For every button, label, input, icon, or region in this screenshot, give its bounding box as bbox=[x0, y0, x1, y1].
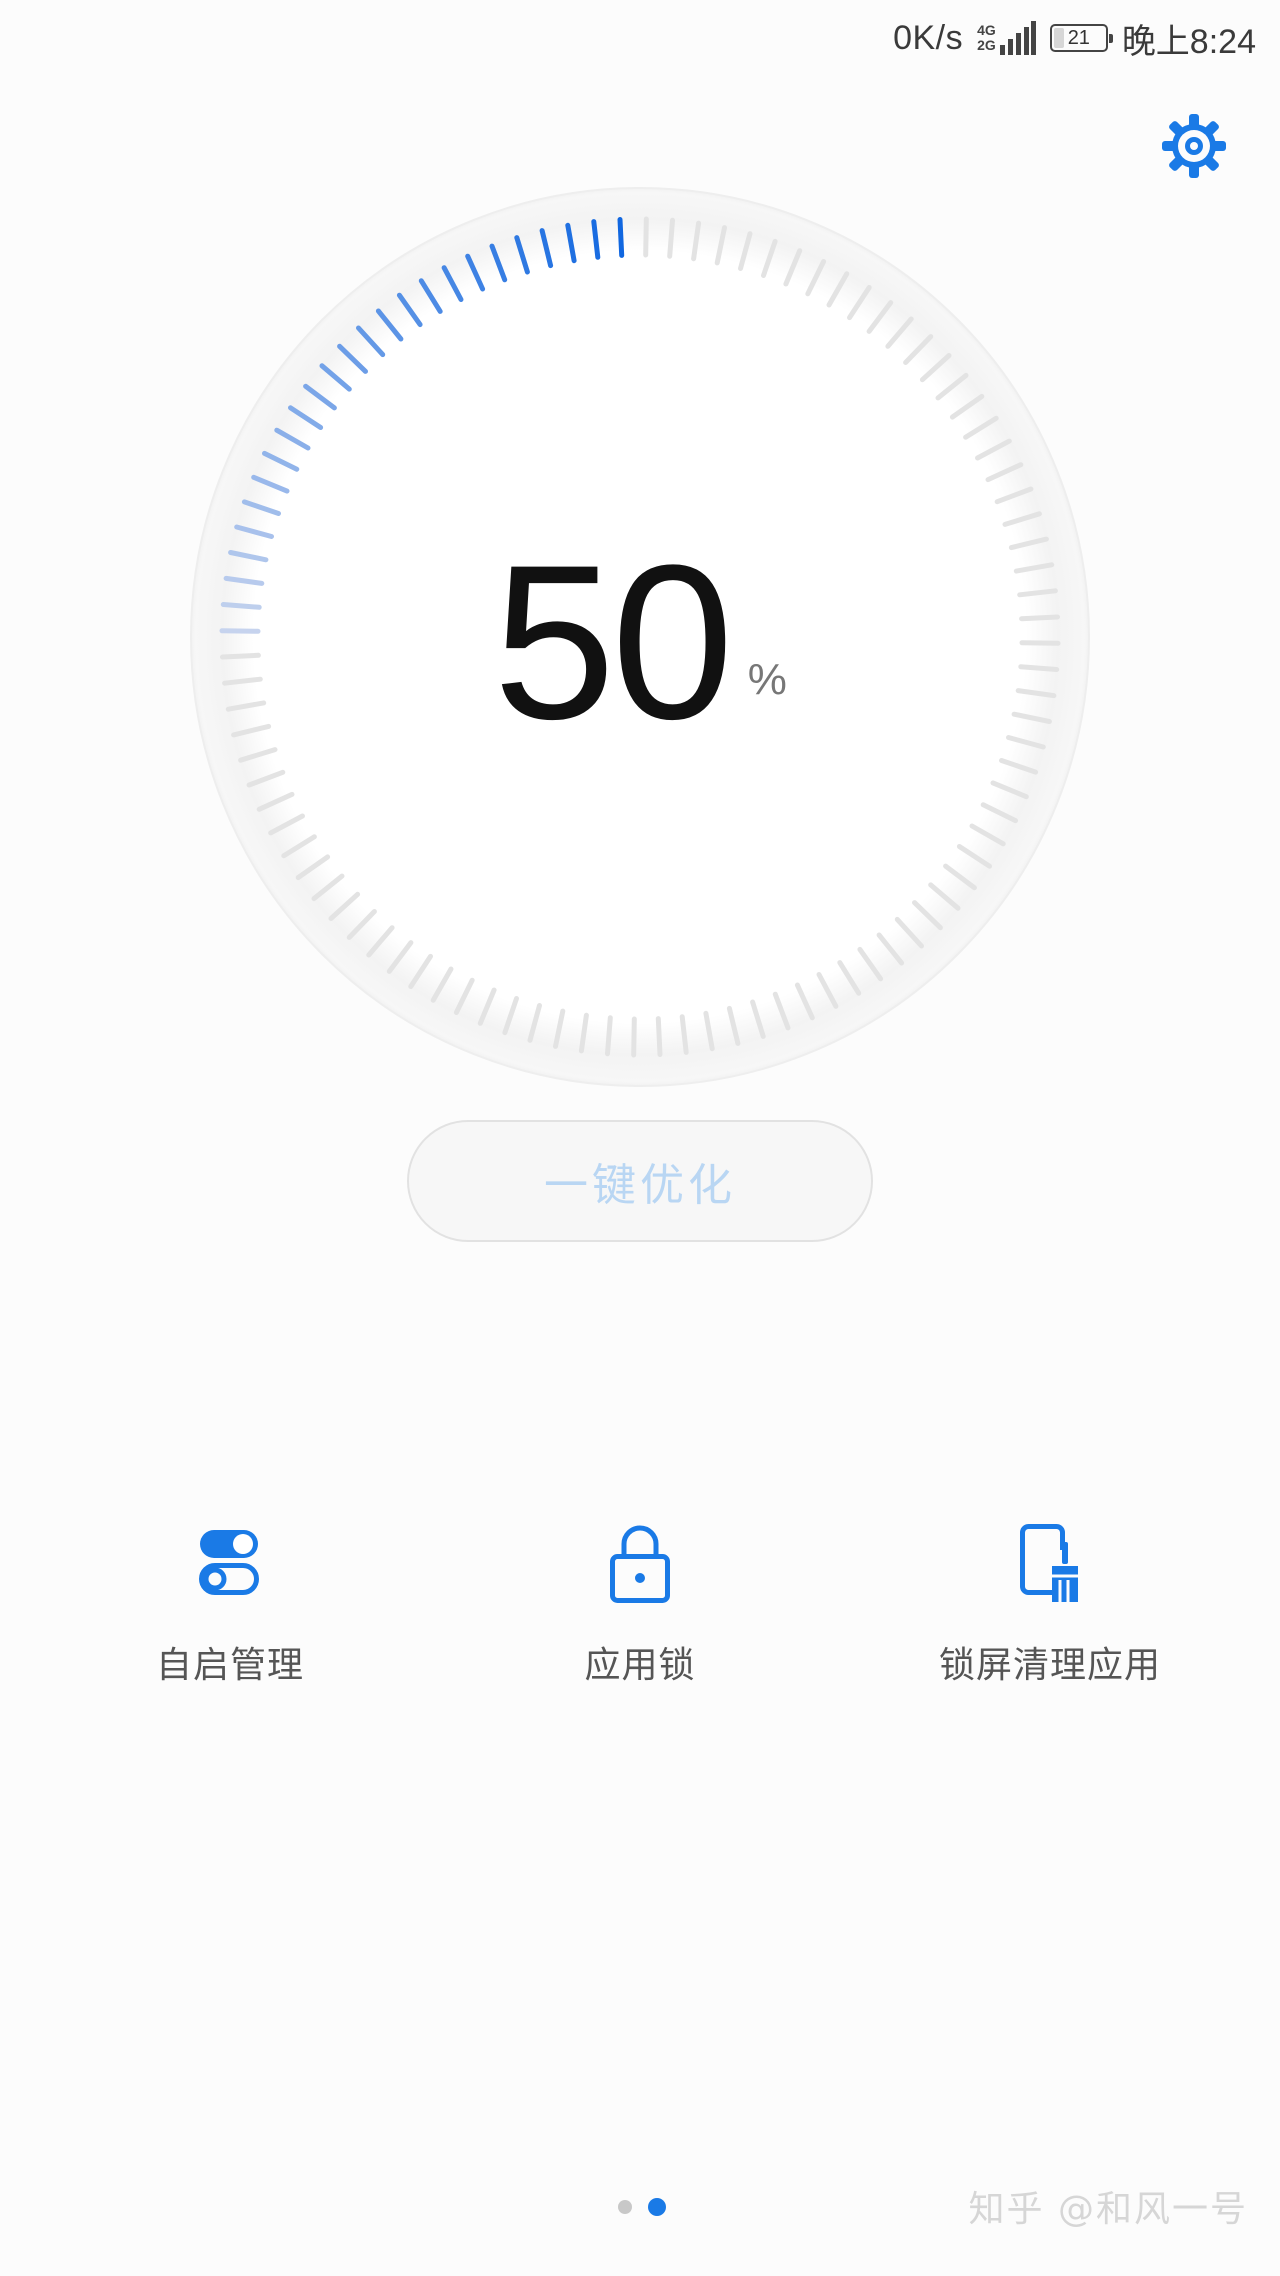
tool-label: 自启管理 bbox=[155, 1645, 304, 1686]
network-type-bottom: 2G bbox=[977, 37, 996, 53]
page-indicator bbox=[618, 2198, 666, 2216]
tool-lockscreen-cleanup[interactable]: 锁屏清理应用 bbox=[880, 1520, 1220, 1688]
gauge-tick bbox=[219, 628, 261, 634]
gauge-tick bbox=[1019, 614, 1060, 622]
gauge-tick bbox=[655, 1016, 663, 1057]
phone-broom-icon bbox=[1020, 1524, 1082, 1602]
settings-button[interactable] bbox=[1160, 112, 1228, 180]
tool-shortcuts: 自启管理 应用锁 锁屏清理应用 bbox=[0, 1520, 1280, 1720]
gauge-tick bbox=[667, 217, 675, 259]
status-bar: 0K/s 4G 2G 21 晚上8:24 bbox=[893, 14, 1256, 62]
gauge-tick bbox=[631, 1016, 637, 1058]
tool-label: 应用锁 bbox=[584, 1645, 696, 1686]
page-dot-2-active[interactable] bbox=[648, 2198, 666, 2216]
battery-icon: 21 bbox=[1049, 24, 1113, 52]
lock-icon bbox=[610, 1525, 670, 1603]
page-dot-1[interactable] bbox=[618, 2200, 632, 2214]
tool-label: 锁屏清理应用 bbox=[938, 1645, 1161, 1686]
network-type-top: 4G bbox=[977, 22, 996, 38]
signal-indicator: 4G 2G bbox=[977, 21, 1036, 55]
gauge-ring bbox=[190, 187, 1090, 1087]
status-time: 晚上8:24 bbox=[1121, 22, 1256, 61]
gauge-tick bbox=[1019, 640, 1061, 646]
signal-bars-icon bbox=[999, 21, 1036, 55]
phone-manager-screen: 0K/s 4G 2G 21 晚上8:24 50 % 一键优化 自启管理 应用锁 … bbox=[0, 0, 1280, 2276]
gauge-tick bbox=[605, 1015, 613, 1057]
network-speed: 0K/s bbox=[893, 18, 964, 57]
gauge-tick bbox=[220, 652, 261, 660]
toggle-switches-icon bbox=[199, 1530, 259, 1595]
tool-startup-manager[interactable]: 自启管理 bbox=[60, 1520, 400, 1688]
gauge-tick bbox=[617, 217, 625, 258]
watermark: 知乎 @和风一号 bbox=[968, 2189, 1248, 2230]
gauge-tick bbox=[1018, 664, 1060, 672]
gauge-inner-disc bbox=[268, 265, 1012, 1009]
gauge-tick bbox=[643, 216, 649, 258]
gear-icon bbox=[1162, 114, 1226, 178]
tool-app-lock[interactable]: 应用锁 bbox=[470, 1520, 810, 1688]
optimize-button[interactable]: 一键优化 bbox=[407, 1120, 873, 1242]
battery-fill bbox=[1053, 28, 1065, 48]
memory-gauge: 50 % bbox=[189, 186, 1091, 1088]
gauge-tick bbox=[220, 602, 262, 610]
battery-level: 21 bbox=[1067, 26, 1090, 49]
network-type: 4G 2G bbox=[977, 23, 996, 53]
